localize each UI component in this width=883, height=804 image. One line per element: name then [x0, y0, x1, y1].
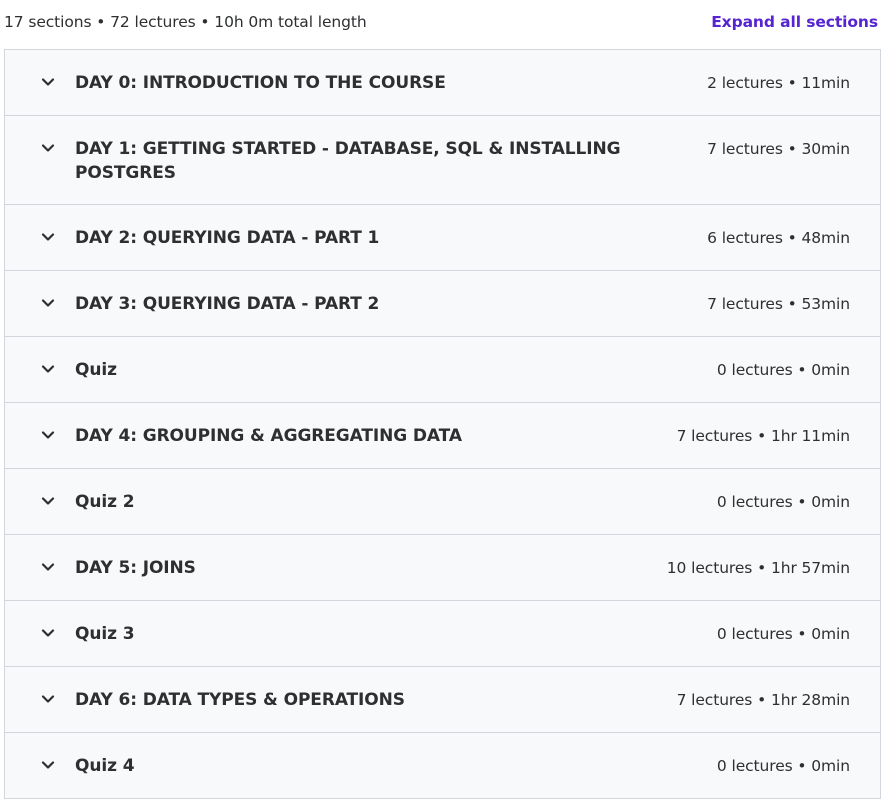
section-meta: 0 lectures • 0min: [716, 361, 850, 379]
section-meta: 0 lectures • 0min: [716, 493, 850, 511]
chevron-down-icon: [39, 492, 57, 510]
section-title: Quiz: [75, 360, 117, 380]
chevron-down-icon: [39, 139, 57, 157]
course-summary: 17 sections • 72 lectures • 10h 0m total…: [4, 13, 367, 31]
section-meta: 7 lectures • 53min: [707, 295, 850, 313]
section-item[interactable]: Quiz 3 0 lectures • 0min: [5, 601, 880, 667]
chevron-down-icon: [39, 360, 57, 378]
section-item[interactable]: DAY 1: GETTING STARTED - DATABASE, SQL &…: [5, 116, 880, 205]
section-meta: 0 lectures • 0min: [716, 757, 850, 775]
section-item[interactable]: DAY 5: JOINS 10 lectures • 1hr 57min: [5, 535, 880, 601]
section-meta: 7 lectures • 1hr 28min: [676, 691, 851, 709]
chevron-down-icon: [39, 73, 57, 91]
section-title: DAY 2: QUERYING DATA - PART 1: [75, 228, 380, 248]
curriculum-header: 17 sections • 72 lectures • 10h 0m total…: [0, 0, 883, 48]
section-title: DAY 0: INTRODUCTION TO THE COURSE: [75, 73, 446, 93]
section-title: DAY 3: QUERYING DATA - PART 2: [75, 294, 380, 314]
section-item[interactable]: Quiz 0 lectures • 0min: [5, 337, 880, 403]
section-meta: 6 lectures • 48min: [707, 229, 850, 247]
section-meta: 10 lectures • 1hr 57min: [666, 559, 850, 577]
section-title: Quiz 2: [75, 492, 135, 512]
chevron-down-icon: [39, 756, 57, 774]
section-title: Quiz 3: [75, 624, 135, 644]
section-item[interactable]: Quiz 2 0 lectures • 0min: [5, 469, 880, 535]
section-title: Quiz 4: [75, 756, 135, 776]
section-item[interactable]: DAY 0: INTRODUCTION TO THE COURSE 2 lect…: [5, 50, 880, 116]
chevron-down-icon: [39, 228, 57, 246]
section-title: DAY 6: DATA TYPES & OPERATIONS: [75, 690, 405, 710]
section-meta: 7 lectures • 1hr 11min: [676, 427, 851, 445]
section-item[interactable]: DAY 3: QUERYING DATA - PART 2 7 lectures…: [5, 271, 880, 337]
expand-all-sections-button[interactable]: Expand all sections: [711, 13, 878, 31]
chevron-down-icon: [39, 624, 57, 642]
chevron-down-icon: [39, 690, 57, 708]
section-item[interactable]: DAY 2: QUERYING DATA - PART 1 6 lectures…: [5, 205, 880, 271]
chevron-down-icon: [39, 426, 57, 444]
section-item[interactable]: Quiz 4 0 lectures • 0min: [5, 733, 880, 799]
section-list: DAY 0: INTRODUCTION TO THE COURSE 2 lect…: [4, 49, 881, 799]
chevron-down-icon: [39, 558, 57, 576]
section-meta: 2 lectures • 11min: [707, 74, 850, 92]
chevron-down-icon: [39, 294, 57, 312]
section-meta: 0 lectures • 0min: [716, 625, 850, 643]
section-item[interactable]: DAY 6: DATA TYPES & OPERATIONS 7 lecture…: [5, 667, 880, 733]
section-title: DAY 1: GETTING STARTED - DATABASE, SQL &…: [75, 139, 621, 183]
section-title: DAY 4: GROUPING & AGGREGATING DATA: [75, 426, 462, 446]
section-item[interactable]: DAY 4: GROUPING & AGGREGATING DATA 7 lec…: [5, 403, 880, 469]
section-title: DAY 5: JOINS: [75, 558, 196, 578]
section-meta: 7 lectures • 30min: [707, 140, 850, 158]
